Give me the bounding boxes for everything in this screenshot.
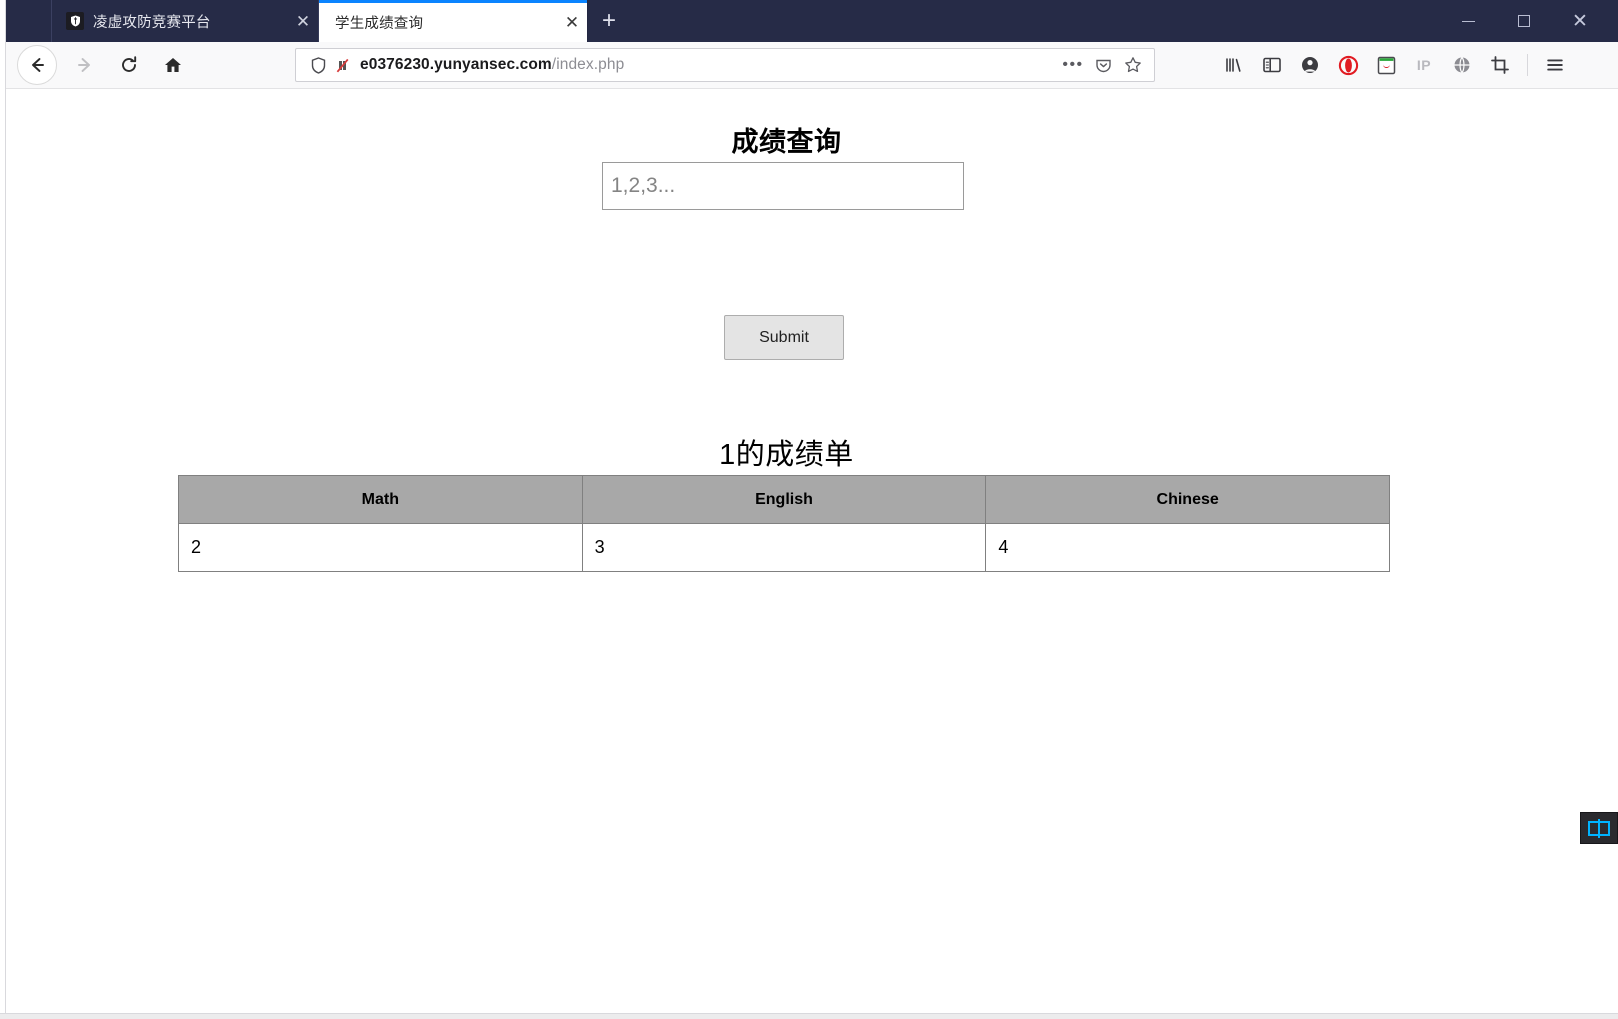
new-tab-button[interactable]: + <box>587 0 631 42</box>
score-table-head: Math English Chinese <box>178 475 1390 524</box>
result-title: 1的成绩单 <box>719 439 854 472</box>
pocket-icon[interactable] <box>1088 57 1118 74</box>
tabstrip-left-padding <box>6 0 51 42</box>
star-icon[interactable] <box>1118 56 1148 74</box>
window-minimize-button[interactable] <box>1440 0 1496 42</box>
window-left-edge <box>0 0 6 1013</box>
shield-icon <box>66 12 84 30</box>
menu-hamburger-icon[interactable] <box>1536 47 1574 83</box>
screenshot-crop-icon[interactable] <box>1481 47 1519 83</box>
tab-close-icon[interactable]: ✕ <box>288 13 318 30</box>
reload-icon[interactable] <box>107 45 151 85</box>
tab-strip: 凌虚攻防竞赛平台 ✕ 学生成绩查询 ✕ + ✕ <box>6 0 1618 42</box>
forward-arrow-icon[interactable] <box>63 45 107 85</box>
back-arrow-icon[interactable] <box>17 45 57 85</box>
table-header-row: Math English Chinese <box>178 475 1390 524</box>
ip-extension-icon[interactable]: IP <box>1405 47 1443 83</box>
navigation-toolbar: e0376230.yunyansec.com/index.php ••• IP <box>6 42 1618 89</box>
submit-button[interactable]: Submit <box>724 315 844 360</box>
library-icon[interactable] <box>1215 47 1253 83</box>
score-table: Math English Chinese 2 3 4 <box>178 475 1390 572</box>
grade-query-page: 成绩查询 Submit 1的成绩单 Math English Chinese 2… <box>6 89 1618 1013</box>
url-bar[interactable]: e0376230.yunyansec.com/index.php ••• <box>295 48 1155 82</box>
browser-tab-1[interactable]: 凌虚攻防竞赛平台 ✕ <box>51 0 319 42</box>
window-controls: ✕ <box>1440 0 1618 42</box>
toolbar-divider <box>1527 54 1528 76</box>
dock-split-icon <box>1588 820 1610 836</box>
browser-tab-2[interactable]: 学生成绩查询 ✕ <box>319 0 587 42</box>
browser-window: 凌虚攻防竞赛平台 ✕ 学生成绩查询 ✕ + ✕ e0376230.yunyans… <box>0 0 1618 1019</box>
table-row: 2 3 4 <box>178 523 1390 572</box>
page-title: 成绩查询 <box>731 127 842 158</box>
url-text[interactable]: e0376230.yunyansec.com/index.php <box>354 56 1058 74</box>
tracking-protection-shield-icon[interactable] <box>306 56 330 74</box>
devtools-dock-widget[interactable] <box>1580 812 1618 844</box>
sidebar-icon[interactable] <box>1253 47 1291 83</box>
tab-close-icon[interactable]: ✕ <box>557 14 587 31</box>
page-viewport: 成绩查询 Submit 1的成绩单 Math English Chinese 2… <box>6 89 1618 1013</box>
hackbar-extension-icon[interactable] <box>1367 47 1405 83</box>
cell-chinese-score: 4 <box>985 523 1390 572</box>
column-header-english: English <box>581 475 987 524</box>
globe-proxy-icon[interactable] <box>1443 47 1481 83</box>
cell-math-score: 2 <box>178 523 583 572</box>
column-header-math: Math <box>178 475 583 524</box>
window-close-button[interactable]: ✕ <box>1552 0 1608 42</box>
page-actions-button[interactable]: ••• <box>1058 56 1088 74</box>
cell-english-score: 3 <box>581 523 987 572</box>
window-maximize-button[interactable] <box>1496 0 1552 42</box>
window-bottom-edge <box>0 1013 1618 1019</box>
student-id-input[interactable] <box>602 162 964 210</box>
home-icon[interactable] <box>151 45 195 85</box>
url-host: e0376230.yunyansec.com <box>360 56 552 73</box>
account-icon[interactable] <box>1291 47 1329 83</box>
tab-title: 学生成绩查询 <box>335 16 424 32</box>
opera-extension-icon[interactable] <box>1329 47 1367 83</box>
url-path: /index.php <box>551 56 625 73</box>
toolbar-icons: IP <box>1215 45 1574 85</box>
broken-https-icon[interactable] <box>330 57 354 74</box>
score-table-body: 2 3 4 <box>178 523 1390 572</box>
tab-title: 凌虚攻防竞赛平台 <box>93 14 211 31</box>
column-header-chinese: Chinese <box>985 475 1390 524</box>
